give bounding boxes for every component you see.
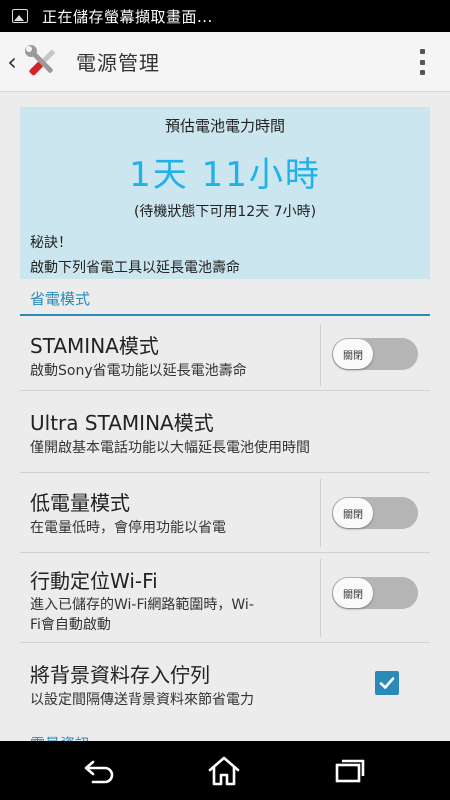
tip-body: 啟動下列省電工具以延長電池壽命 [30, 260, 240, 276]
action-bar: ‹ 電源管理 [0, 32, 450, 92]
overflow-menu-icon[interactable] [412, 46, 432, 78]
divider [320, 559, 321, 637]
setting-subtitle: 僅開啟基本電話功能以大幅延長電池使用時間 [30, 440, 310, 456]
setting-stamina-mode[interactable]: STAMINA模式 啟動Sony省電功能以延長電池壽命 關閉 [20, 318, 430, 391]
next-section-header: 電量資訊 [30, 733, 90, 741]
status-notification-text: 正在儲存螢幕擷取畫面... [42, 7, 213, 26]
battery-label: 預估電池電力時間 [164, 117, 285, 135]
setting-ultra-stamina-mode[interactable]: Ultra STAMINA模式 僅開啟基本電話功能以大幅延長電池使用時間 [20, 391, 430, 473]
setting-title: 行動定位Wi-Fi [30, 569, 158, 593]
location-wifi-toggle[interactable]: 關閉 [332, 577, 418, 609]
background-data-checkbox[interactable] [375, 671, 399, 695]
status-bar: 正在儲存螢幕擷取畫面... [0, 0, 450, 32]
image-icon [12, 9, 28, 23]
section-header: 省電模式 [20, 279, 430, 316]
toggle-knob: 關閉 [333, 578, 373, 608]
setting-background-data-queue[interactable]: 將背景資料存入佇列 以設定間隔傳送背景資料來節省電力 [20, 643, 430, 723]
settings-list[interactable]: 預估電池電力時間 1天 11小時 (待機狀態下可用12天 7小時) 秘訣！ 啟動… [0, 93, 450, 741]
divider [320, 324, 321, 386]
recents-icon[interactable] [332, 753, 368, 789]
setting-title: 低電量模式 [30, 491, 130, 515]
setting-subtitle: 以設定間隔傳送背景資料來節省電力 [30, 692, 254, 708]
page-title: 電源管理 [76, 51, 160, 75]
setting-subtitle-line1: 進入已儲存的Wi-Fi網路範圍時，Wi- [30, 597, 254, 613]
tools-icon[interactable] [22, 42, 62, 82]
stamina-toggle[interactable]: 關閉 [332, 338, 418, 370]
navigation-bar [0, 741, 450, 800]
setting-subtitle: 在電量低時，會停用功能以省電 [30, 520, 226, 536]
setting-subtitle: 啟動Sony省電功能以延長電池壽命 [30, 363, 247, 379]
tip-title: 秘訣！ [30, 235, 72, 251]
toggle-knob: 關閉 [333, 339, 373, 369]
low-battery-toggle[interactable]: 關閉 [332, 497, 418, 529]
chevron-left-icon[interactable]: ‹ [2, 32, 22, 92]
setting-low-battery-mode[interactable]: 低電量模式 在電量低時，會停用功能以省電 關閉 [20, 473, 430, 553]
back-icon[interactable] [82, 753, 118, 789]
battery-time: 1天 11小時 [129, 155, 321, 195]
toggle-knob: 關閉 [333, 498, 373, 528]
section-title: 省電模式 [30, 290, 91, 308]
setting-title: 將背景資料存入佇列 [30, 663, 210, 687]
divider [320, 479, 321, 547]
standby-time: (待機狀態下可用12天 7小時) [133, 204, 317, 220]
checkmark-icon [379, 677, 395, 689]
setting-title: Ultra STAMINA模式 [30, 411, 214, 435]
setting-title: STAMINA模式 [30, 334, 159, 358]
battery-estimate-card: 預估電池電力時間 1天 11小時 (待機狀態下可用12天 7小時) 秘訣！ 啟動… [20, 107, 430, 279]
setting-location-wifi[interactable]: 行動定位Wi-Fi 進入已儲存的Wi-Fi網路範圍時，Wi- Fi會自動啟動 關… [20, 553, 430, 643]
home-icon[interactable] [206, 753, 242, 789]
setting-subtitle-line2: Fi會自動啟動 [30, 617, 111, 633]
